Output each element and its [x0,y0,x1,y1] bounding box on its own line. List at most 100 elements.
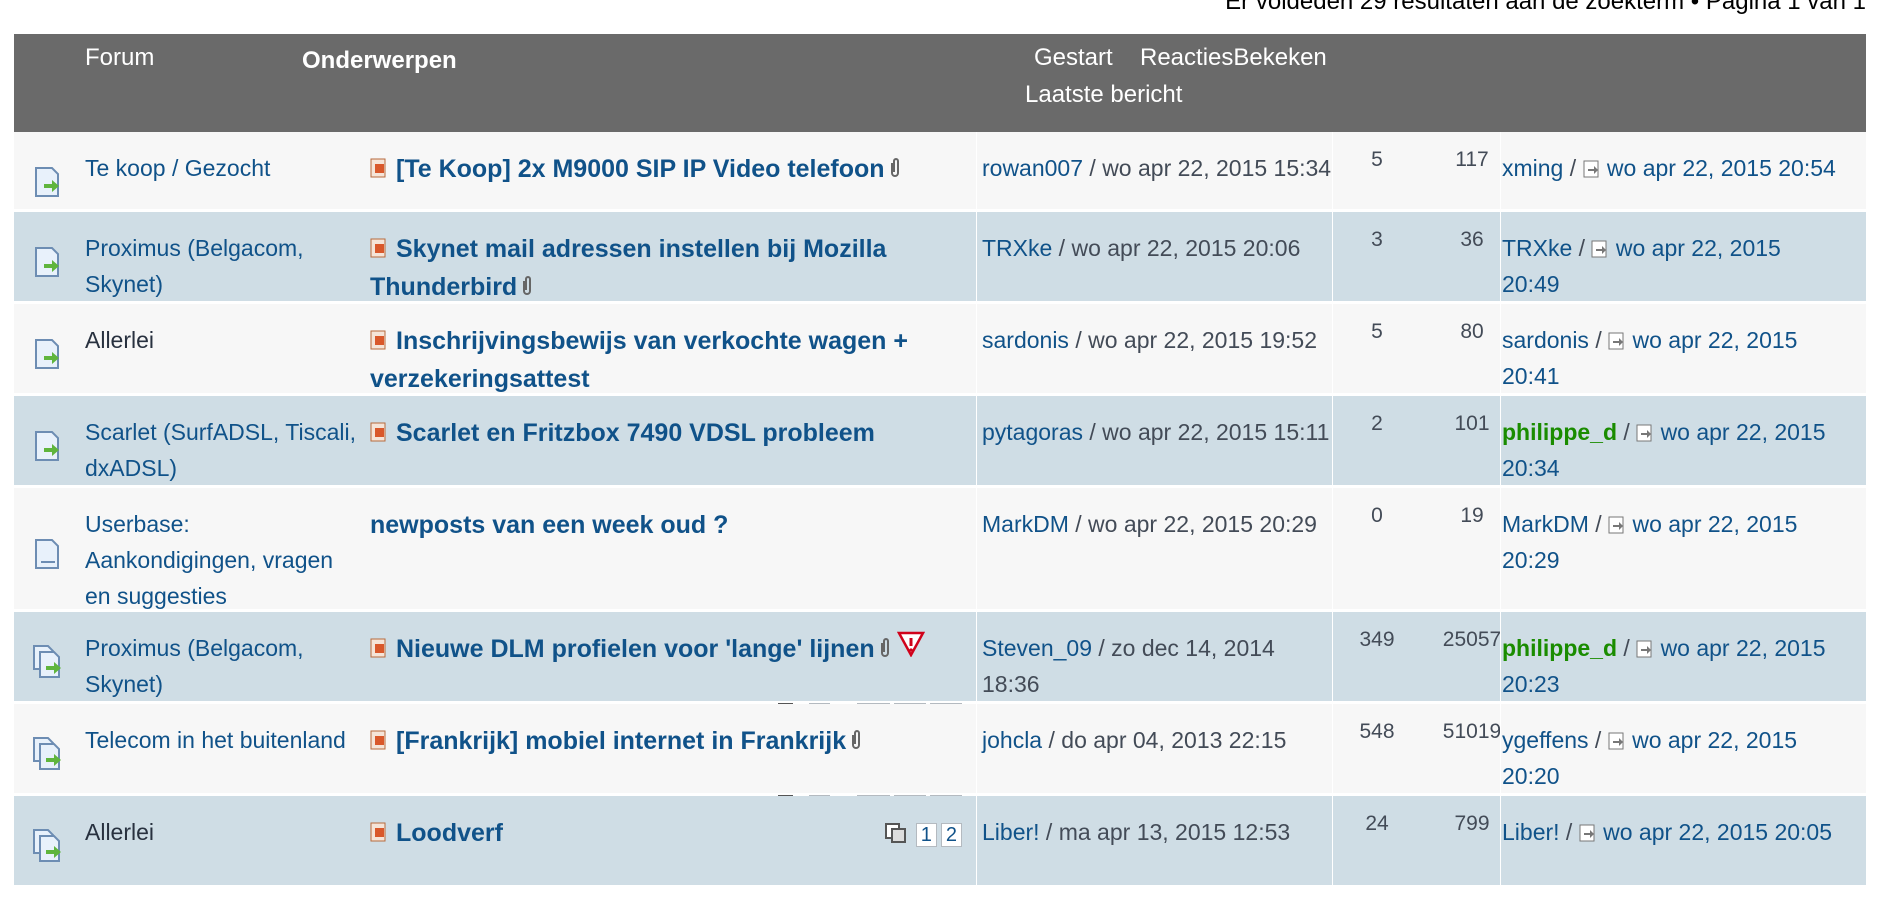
read-topic-icon [32,428,64,464]
author-link[interactable]: TRXke [982,235,1052,261]
last-post-cell: xming / wo apr 22, 2015 20:54 [1502,155,1836,181]
forum-link[interactable]: Te koop / Gezocht [85,150,365,209]
last-post-cell: philippe_d / wo apr 22, 2015 20:23 [1502,635,1826,697]
topic-title-link[interactable]: Skynet mail adressen instellen bij Mozil… [370,235,886,301]
topic-cell: newposts van een week oud ? [370,506,970,609]
start-date: / wo apr 22, 2015 19:52 [1068,327,1318,353]
table-row: Allerlei Inschrijvingsbewijs van verkoch… [14,304,1866,396]
last-author-link[interactable]: philippe_d [1502,635,1617,661]
topic-title-link[interactable]: Loodverf [396,819,503,847]
pagination: 12 [884,816,962,854]
last-post-cell: ygeffens / wo apr 22, 2015 20:20 [1502,727,1798,789]
hot-topic-icon [32,736,64,772]
new-post-icon [370,323,388,350]
forum-link[interactable]: Telecom in het buitenland [85,722,365,793]
go-to-post-icon[interactable] [1636,419,1654,445]
start-date: / wo apr 22, 2015 20:29 [1068,511,1317,537]
last-post-cell: Liber! / wo apr 22, 2015 20:05 [1502,819,1833,845]
go-to-post-icon[interactable] [1608,727,1626,753]
author-link[interactable]: Steven_09 [982,635,1092,661]
table-row: Telecom in het buitenland [Frankrijk] mo… [14,704,1866,819]
new-post-icon [370,231,388,258]
new-post-icon [370,723,388,750]
author-link[interactable]: MarkDM [982,511,1069,537]
replies-count: 2 [1371,412,1383,435]
go-to-post-icon[interactable] [1608,327,1626,353]
read-topic-icon [32,336,64,372]
topic-title-link[interactable]: [Te Koop] 2x M9000 SIP IP Video telefoon [396,155,885,183]
go-to-post-icon[interactable] [1636,635,1654,661]
last-post-cell: philippe_d / wo apr 22, 2015 20:34 [1502,419,1826,481]
forum-link[interactable]: Allerlei [85,814,365,885]
replies-count: 5 [1371,320,1383,343]
forum-link[interactable]: Proximus (Belgacom, Skynet) [85,230,365,301]
table-row: Userbase: Aankondigingen, vragen en sugg… [14,488,1866,612]
header-topics[interactable]: Onderwerpen [302,47,457,75]
pages-icon [884,819,908,843]
last-author-link[interactable]: sardonis [1502,327,1589,353]
topic-cell: [Frankrijk] mobiel internet in Frankrijk… [370,722,970,819]
attachment-icon [850,724,862,762]
last-author-link[interactable]: xming [1502,155,1563,181]
go-to-post-icon[interactable] [1591,235,1609,261]
header-started: Gestart [1034,44,1113,71]
topic-title-link[interactable]: Inschrijvingsbewijs van verkochte wagen … [370,327,908,393]
header-replies-views: ReactiesBekeken [1140,44,1327,71]
last-post-date-link[interactable]: wo apr 22, 2015 20:54 [1607,155,1836,181]
table-row: Proximus (Belgacom, Skynet) Skynet mail … [14,212,1866,304]
table-row: Scarlet (SurfADSL, Tiscali, dxADSL) Scar… [14,396,1866,488]
replies-count: 24 [1365,812,1389,835]
read-topic-icon [32,164,64,200]
start-date: / wo apr 22, 2015 15:11 [1083,419,1330,445]
topic-cell: Skynet mail adressen instellen bij Mozil… [370,230,970,301]
forum-link[interactable]: Proximus (Belgacom, Skynet) [85,630,365,701]
forum-link[interactable]: Scarlet (SurfADSL, Tiscali, dxADSL) [85,414,365,485]
topic-read-icon [32,536,64,572]
new-post-icon [370,815,388,842]
attachment-icon [889,152,901,190]
topic-title-link[interactable]: newposts van een week oud ? [370,511,728,539]
last-author-link[interactable]: MarkDM [1502,511,1589,537]
go-to-post-icon[interactable] [1579,819,1597,845]
go-to-post-icon[interactable] [1608,511,1626,537]
header-last-post: Laatste bericht [1025,81,1183,108]
last-post-cell: TRXke / wo apr 22, 2015 20:49 [1502,235,1781,297]
page-link[interactable]: 1 [915,823,937,847]
author-link[interactable]: rowan007 [982,155,1083,181]
author-link[interactable]: Liber! [982,819,1040,845]
started-cell: MarkDM / wo apr 22, 2015 20:29 [982,506,1332,609]
author-link[interactable]: johcla [982,727,1042,753]
topic-cell: Inschrijvingsbewijs van verkochte wagen … [370,322,970,393]
last-author-link[interactable]: ygeffens [1502,727,1589,753]
topic-title-link[interactable]: [Frankrijk] mobiel internet in Frankrijk [396,727,846,755]
last-author-link[interactable]: Liber! [1502,819,1560,845]
topic-title-link[interactable]: Nieuwe DLM profielen voor 'lange' lijnen [396,635,875,663]
new-post-icon [370,631,388,658]
new-post-icon [370,415,388,442]
last-author-link[interactable]: TRXke [1502,235,1572,261]
start-date: / wo apr 22, 2015 15:34 [1083,155,1332,181]
replies-count: 3 [1371,228,1383,251]
last-post-date-link[interactable]: wo apr 22, 2015 20:05 [1603,819,1832,845]
start-date: / do apr 04, 2013 22:15 [1042,727,1287,753]
hot-topic-icon [32,828,64,864]
table-row: Te koop / Gezocht [Te Koop] 2x M9000 SIP… [14,132,1866,212]
header-forum: Forum [85,44,155,71]
topic-cell: [Te Koop] 2x M9000 SIP IP Video telefoon [370,150,970,209]
last-author-link[interactable]: philippe_d [1502,419,1617,445]
table-row: Proximus (Belgacom, Skynet) Nieuwe DLM p… [14,612,1866,727]
attachment-icon [521,270,533,308]
topic-cell: Scarlet en Fritzbox 7490 VDSL probleem [370,414,970,485]
author-link[interactable]: sardonis [982,327,1069,353]
topic-title-link[interactable]: Scarlet en Fritzbox 7490 VDSL probleem [396,419,875,447]
replies-count: 5 [1371,148,1383,171]
author-link[interactable]: pytagoras [982,419,1083,445]
search-result-info: Er voldeden 29 resultaten aan de zoekter… [1225,0,1866,15]
page-link[interactable]: 2 [940,823,962,847]
go-to-post-icon[interactable] [1583,155,1601,181]
forum-link[interactable]: Userbase: Aankondigingen, vragen en sugg… [85,506,365,609]
topic-cell: Loodverf 12 [370,814,970,885]
started-cell: sardonis / wo apr 22, 2015 19:52 [982,322,1332,393]
forum-link[interactable]: Allerlei [85,322,365,393]
started-cell: pytagoras / wo apr 22, 2015 15:11 [982,414,1332,485]
